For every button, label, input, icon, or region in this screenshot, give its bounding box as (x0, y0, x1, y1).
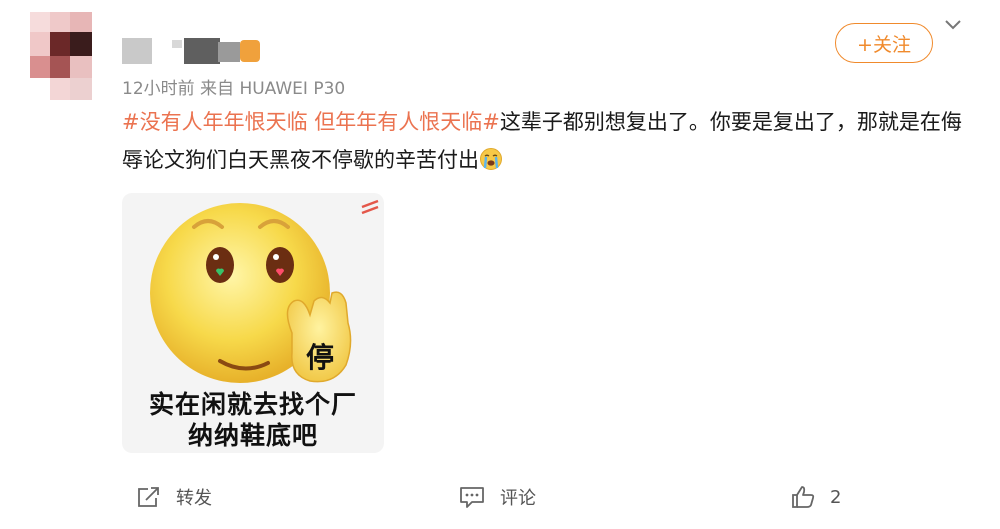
follow-button[interactable]: +关注 (835, 23, 933, 63)
repost-label: 转发 (176, 488, 212, 509)
repost-icon (138, 487, 159, 507)
topic-link-1[interactable]: #没有人年年恨天临 (122, 110, 308, 134)
repost-button[interactable]: 转发 (136, 484, 212, 510)
comment-label: 评论 (500, 488, 536, 509)
topic-link-2[interactable]: 但年年有人恨天临# (314, 110, 500, 134)
like-count: 2 (830, 486, 842, 508)
thumbs-up-icon (792, 486, 815, 508)
like-button[interactable]: 2 (790, 484, 841, 510)
crying-face-icon (480, 148, 502, 170)
comment-icon (460, 487, 484, 508)
post-meta: 12小时前 来自 HUAWEI P30 (122, 79, 346, 99)
post-content: #没有人年年恨天临 但年年有人恨天临#这辈子都别想复出了。你要是复出了，那就是在… (122, 103, 982, 179)
meme-caption-line2: 纳纳鞋底吧 (187, 421, 318, 450)
comment-button[interactable]: 评论 (458, 484, 536, 510)
avatar[interactable] (30, 12, 92, 100)
action-bar: 转发 评论 2 (0, 478, 1000, 518)
follow-button-label: +关注 (857, 33, 911, 56)
chevron-down-icon[interactable] (943, 14, 963, 34)
meme-stop-text: 停 (306, 341, 335, 374)
username-obscured[interactable] (122, 36, 262, 66)
